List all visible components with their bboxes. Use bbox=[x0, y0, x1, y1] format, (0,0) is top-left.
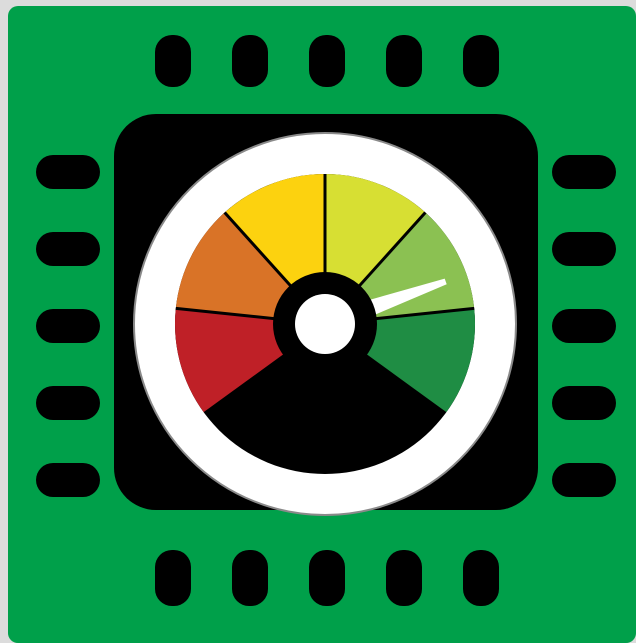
cpu-pin-bottom-4 bbox=[386, 550, 422, 606]
cpu-pin-top-3 bbox=[309, 35, 345, 87]
cpu-gauge-icon bbox=[0, 0, 636, 643]
cpu-pin-left-3 bbox=[36, 309, 100, 343]
cpu-pin-top-4 bbox=[386, 35, 422, 87]
cpu-performance-icon bbox=[8, 6, 636, 643]
cpu-pin-bottom-1 bbox=[155, 550, 191, 606]
cpu-pin-right-4 bbox=[552, 386, 616, 420]
cpu-pin-top-1 bbox=[155, 35, 191, 87]
cpu-pin-right-2 bbox=[552, 232, 616, 266]
cpu-pin-top-2 bbox=[232, 35, 268, 87]
cpu-pin-right-1 bbox=[552, 155, 616, 189]
gauge-hub bbox=[295, 294, 355, 354]
cpu-pin-left-2 bbox=[36, 232, 100, 266]
cpu-pin-left-4 bbox=[36, 386, 100, 420]
cpu-pin-bottom-5 bbox=[463, 550, 499, 606]
cpu-pin-left-5 bbox=[36, 463, 100, 497]
cpu-pin-right-3 bbox=[552, 309, 616, 343]
cpu-pin-right-5 bbox=[552, 463, 616, 497]
cpu-pin-bottom-2 bbox=[232, 550, 268, 606]
cpu-pin-left-1 bbox=[36, 155, 100, 189]
cpu-pin-top-5 bbox=[463, 35, 499, 87]
cpu-pin-bottom-3 bbox=[309, 550, 345, 606]
